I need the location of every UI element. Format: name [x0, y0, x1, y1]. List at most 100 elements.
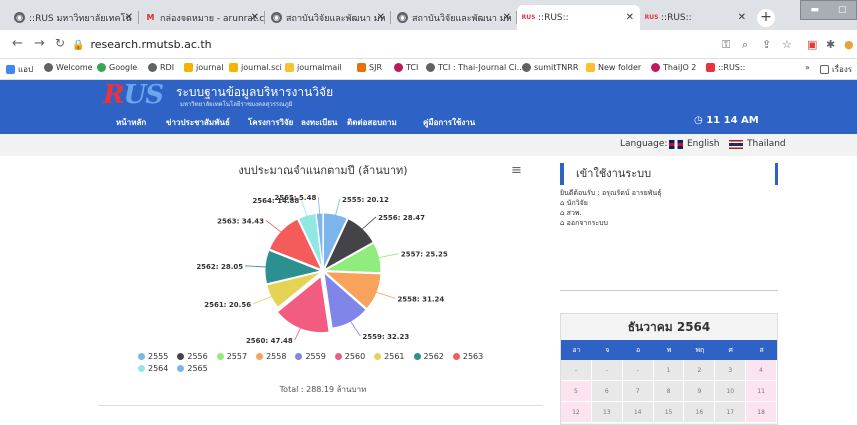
calendar-cell[interactable]: 12 [561, 402, 592, 423]
bookmark-item[interactable]: Welcome [44, 63, 93, 72]
back-icon[interactable]: ← [12, 36, 23, 51]
legend-item-2555[interactable]: 2555 [138, 352, 168, 361]
extensions-icon[interactable]: ✱ [826, 38, 835, 51]
calendar-cell[interactable]: 4 [746, 360, 778, 381]
bookmarks-bar: แอป Welcome Google RDI journal journal.s… [0, 59, 857, 80]
legend-label: 2557 [226, 352, 248, 361]
bookmark-item[interactable]: journalmail [285, 63, 342, 72]
calendar-cell[interactable]: 18 [746, 402, 778, 423]
close-tab-icon[interactable]: ✕ [377, 12, 385, 23]
browser-tab[interactable]: ◉ สถาบันวิจัยและพัฒนา มห ✕ [391, 5, 517, 30]
minimize-icon[interactable]: ▬ [810, 5, 819, 15]
bookmark-item[interactable]: RDI [148, 63, 174, 72]
close-tab-icon[interactable]: ✕ [125, 12, 133, 23]
reading-list-button[interactable]: เรื่องร [820, 63, 852, 76]
browser-tab[interactable]: M กล่องจดหมาย - arunrat.c ✕ [139, 5, 265, 30]
bookmark-item[interactable]: TCI [394, 63, 418, 72]
home-icon: ⌂ [560, 199, 567, 207]
browser-tab-active[interactable]: RUS ::RUS:: ✕ [517, 5, 640, 30]
lang-english-link[interactable]: English [669, 139, 720, 149]
menu-projects[interactable]: โครงการวิจัย [248, 116, 293, 129]
forward-icon[interactable]: → [34, 36, 45, 51]
calendar-cell[interactable]: 8 [653, 381, 685, 402]
bookmark-item[interactable]: ThaiJO 2 [651, 63, 696, 72]
legend-item-2561[interactable]: 2561 [374, 352, 405, 361]
tab-label: กล่องจดหมาย - arunrat.c [160, 13, 265, 24]
lang-thai-link[interactable]: Thailand [729, 139, 786, 149]
legend-label: 2556 [187, 352, 208, 361]
url-field[interactable]: 🔒 research.rmutsb.ac.th [72, 38, 212, 51]
bookmark-item[interactable]: journal [184, 63, 224, 72]
calendar-cell[interactable]: 9 [684, 381, 716, 402]
calendar-cell[interactable]: 10 [715, 381, 747, 402]
calendar-cell[interactable]: 3 [715, 360, 747, 381]
bookmark-apps[interactable]: แอป [6, 63, 33, 76]
menu-contact[interactable]: ติดต่อสอบถาม [347, 116, 397, 129]
calendar-cell[interactable]: 13 [591, 402, 623, 423]
bookmark-item[interactable]: New folder [586, 63, 641, 72]
calendar-cell[interactable]: 5 [561, 381, 592, 402]
close-tab-icon[interactable]: ✕ [503, 12, 511, 23]
legend-item-2558[interactable]: 2558 [256, 352, 286, 361]
calendar-cell[interactable]: 15 [653, 402, 685, 423]
legend-dot [177, 353, 185, 360]
bookmark-item[interactable]: SJR [357, 63, 382, 72]
legend-item-2556[interactable]: 2556 [177, 352, 208, 361]
legend-item-2559[interactable]: 2559 [295, 352, 326, 361]
bookmarks-overflow-button[interactable]: » [805, 63, 810, 72]
link-researcher[interactable]: ⌂ นักวิจัย [560, 198, 778, 208]
legend-item-2564[interactable]: 2564 [138, 364, 168, 373]
bookmark-item[interactable]: TCI : Thai-Journal Ci... [426, 63, 524, 72]
calendar-cell[interactable]: 11 [746, 381, 778, 402]
calendar-cell[interactable]: 16 [684, 402, 716, 423]
legend-item-2565[interactable]: 2565 [177, 364, 208, 373]
menu-news[interactable]: ข่าวประชาสัมพันธ์ [166, 116, 230, 129]
browser-tab[interactable]: ◉ สถาบันวิจัยและพัฒนา มห ✕ [265, 5, 391, 30]
profile-icon[interactable]: ● [844, 38, 854, 51]
bookmark-item[interactable]: sumitTNRR [522, 63, 578, 72]
menu-manual[interactable]: คู่มือการใช้งาน [423, 116, 475, 129]
reload-icon[interactable]: ↻ [55, 36, 65, 50]
calendar-cell[interactable]: 14 [622, 402, 654, 423]
browser-tab[interactable]: RUS ::RUS:: ✕ [640, 5, 752, 30]
day-name: ศ [728, 346, 733, 354]
maximize-icon[interactable]: ▢ [838, 5, 847, 15]
link-logout[interactable]: ⌂ ออกจากระบบ [560, 218, 778, 228]
key-icon[interactable]: ⚿ [722, 38, 730, 52]
calendar-cell[interactable]: 1 [653, 360, 685, 381]
slice-label-2556: 2556: 28.47 [378, 214, 425, 222]
calendar-cell[interactable]: 17 [715, 402, 747, 423]
legend-item-2560[interactable]: 2560 [334, 352, 365, 361]
close-tab-icon[interactable]: ✕ [738, 12, 746, 23]
pdf-extension-icon[interactable]: ▣ [807, 38, 817, 51]
bookmark-item[interactable]: ::RUS:: [706, 63, 745, 72]
legend-item-2557[interactable]: 2557 [216, 352, 248, 361]
menu-register[interactable]: ลงทะเบียน [301, 116, 337, 129]
zoom-icon[interactable]: ⌕ [742, 38, 748, 52]
close-tab-icon[interactable]: ✕ [626, 12, 634, 23]
calendar-cell[interactable]: 2 [684, 360, 716, 381]
chart-legend-row: 2555 2556 2557 2558 2559 2560 2561 2562 2563 [138, 352, 492, 361]
legend-item-2562[interactable]: 2562 [413, 352, 444, 361]
calendar-cell[interactable]: - [561, 360, 592, 381]
legend-item-2563[interactable]: 2563 [452, 352, 483, 361]
calendar-cell[interactable]: - [622, 360, 654, 381]
chrome-icon [522, 63, 531, 72]
calendar-cell[interactable]: 7 [622, 381, 654, 402]
calendar-cell[interactable]: 6 [591, 381, 623, 402]
slice-connector [377, 253, 399, 259]
link-rdi[interactable]: ⌂ สวพ. [560, 208, 778, 218]
calendar-day-header: อา จ อ พ พฤ ศ ส [561, 340, 777, 360]
bookmark-star-icon[interactable]: ☆ [782, 38, 792, 51]
menu-home[interactable]: หน้าหลัก [116, 116, 146, 129]
close-tab-icon[interactable]: ✕ [251, 12, 259, 23]
bookmark-item[interactable]: journal.sci [229, 63, 282, 72]
browser-tab[interactable]: ◉ ::RUS มหาวิทยาลัยเทคโน ✕ [8, 5, 139, 30]
new-tab-button[interactable]: + [757, 9, 775, 27]
share-icon[interactable]: ⇪ [762, 38, 771, 51]
calendar-cell[interactable]: - [591, 360, 623, 381]
rus-logo[interactable]: RUS [103, 82, 164, 108]
panel-divider [560, 290, 778, 291]
bookmark-item[interactable]: Google [97, 63, 137, 72]
chart-legend-row: 2564 2565 [138, 364, 217, 373]
